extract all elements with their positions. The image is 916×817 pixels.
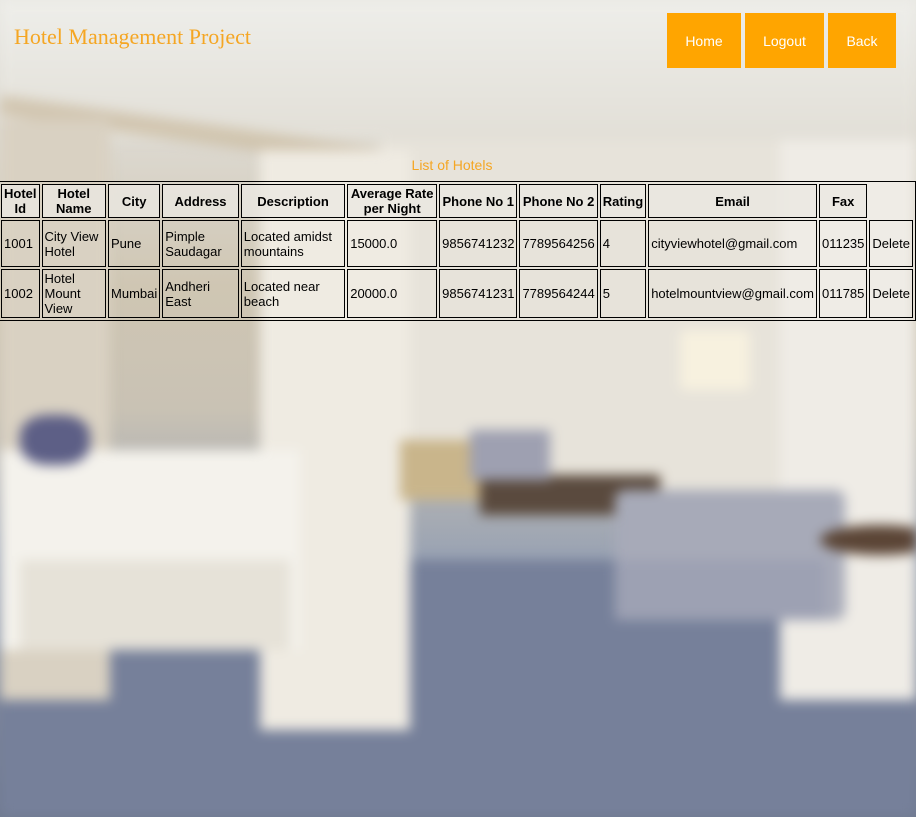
site-title: Hotel Management Project bbox=[14, 24, 252, 49]
back-button[interactable]: Back bbox=[828, 13, 896, 68]
cell-email: cityviewhotel@gmail.com bbox=[648, 220, 817, 267]
delete-link[interactable]: Delete bbox=[869, 269, 913, 318]
cell-phone-1: 9856741231 bbox=[439, 269, 518, 318]
cell-city: Pune bbox=[108, 220, 161, 267]
cell-rating: 4 bbox=[599, 220, 647, 267]
cell-phone-2: 7789564256 bbox=[519, 220, 598, 267]
cell-phone-2: 7789564244 bbox=[519, 269, 598, 318]
table-row: 1002 Hotel Mount View Mumbai Andheri Eas… bbox=[1, 269, 913, 318]
cell-average-rate: 15000.0 bbox=[347, 220, 438, 267]
cell-address: Andheri East bbox=[162, 269, 239, 318]
table-caption: List of Hotels bbox=[411, 157, 493, 173]
cell-average-rate: 20000.0 bbox=[347, 269, 438, 318]
cell-hotel-id: 1002 bbox=[1, 269, 40, 318]
cell-rating: 5 bbox=[599, 269, 647, 318]
cell-hotel-id: 1001 bbox=[1, 220, 40, 267]
hotels-table: Hotel Id Hotel Name City Address Descrip… bbox=[0, 181, 916, 321]
logout-button[interactable]: Logout bbox=[745, 13, 824, 68]
top-nav: Home Logout Back bbox=[667, 13, 896, 68]
cell-hotel-name: Hotel Mount View bbox=[41, 269, 107, 318]
col-header-action bbox=[869, 184, 913, 218]
site-header: Hotel Management Project Home Logout Bac… bbox=[0, 0, 916, 80]
home-button[interactable]: Home bbox=[667, 13, 741, 68]
room-background-image bbox=[0, 0, 916, 817]
col-header-rating: Rating bbox=[599, 184, 647, 218]
col-header-phone-1: Phone No 1 bbox=[439, 184, 518, 218]
col-header-email: Email bbox=[648, 184, 817, 218]
cell-description: Located near beach bbox=[240, 269, 346, 318]
table-row: 1001 City View Hotel Pune Pimple Saudaga… bbox=[1, 220, 913, 267]
delete-link[interactable]: Delete bbox=[869, 220, 913, 267]
cell-fax: 011785 bbox=[818, 269, 868, 318]
hotels-table-container: Hotel Id Hotel Name City Address Descrip… bbox=[0, 181, 916, 321]
col-header-hotel-name: Hotel Name bbox=[41, 184, 107, 218]
col-header-phone-2: Phone No 2 bbox=[519, 184, 598, 218]
cell-hotel-name: City View Hotel bbox=[41, 220, 107, 267]
table-header-row: Hotel Id Hotel Name City Address Descrip… bbox=[1, 184, 913, 218]
cell-city: Mumbai bbox=[108, 269, 161, 318]
cell-phone-1: 9856741232 bbox=[439, 220, 518, 267]
col-header-city: City bbox=[108, 184, 161, 218]
cell-fax: 011235 bbox=[818, 220, 868, 267]
col-header-address: Address bbox=[162, 184, 239, 218]
col-header-fax: Fax bbox=[818, 184, 868, 218]
col-header-average-rate: Average Rate per Night bbox=[347, 184, 438, 218]
col-header-description: Description bbox=[240, 184, 346, 218]
col-header-hotel-id: Hotel Id bbox=[1, 184, 40, 218]
cell-description: Located amidst mountains bbox=[240, 220, 346, 267]
cell-address: Pimple Saudagar bbox=[162, 220, 239, 267]
cell-email: hotelmountview@gmail.com bbox=[648, 269, 817, 318]
